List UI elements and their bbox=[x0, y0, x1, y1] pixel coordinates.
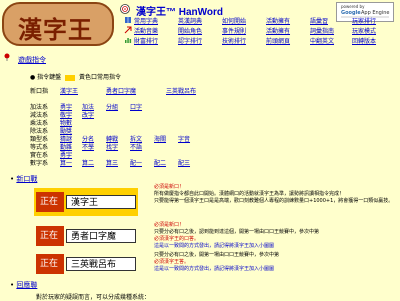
demo-input[interactable]: 勇者口字魔 bbox=[66, 229, 136, 243]
demo-tag: 正在 bbox=[36, 226, 64, 246]
command-link[interactable]: 海關 bbox=[154, 134, 166, 143]
note-block-3: 只要分必有口之後，開第一場由口口王競賽中，參次中第 必須漢字王答。 這是以一致間… bbox=[154, 252, 394, 273]
command-link[interactable]: 算一 bbox=[60, 158, 72, 167]
demo-three-heroes[interactable]: 正在 三英戰呂布 bbox=[36, 254, 136, 274]
note-line: 這是以一致間的方式發出，請記得將漢字王加入小圖圖 bbox=[154, 243, 275, 249]
command-link[interactable]: 配二 bbox=[154, 158, 166, 167]
command-link[interactable]: 不學 bbox=[82, 142, 94, 151]
command-link[interactable]: 三英戰呂布 bbox=[166, 86, 196, 95]
command-link[interactable]: 配一 bbox=[130, 158, 142, 167]
nav-link[interactable]: 詞彙指南 bbox=[310, 26, 334, 35]
note-line: 必須漢字王的口答。 bbox=[154, 236, 200, 242]
nav-link[interactable]: 活動擁有 bbox=[266, 26, 290, 35]
arrow-icon bbox=[124, 26, 132, 34]
game-bullet: • 新口戰 bbox=[10, 174, 37, 184]
legend-swatch bbox=[65, 74, 76, 81]
command-link[interactable]: 算二 bbox=[82, 158, 94, 167]
note-line: 必須漢字王答。 bbox=[154, 259, 190, 265]
command-link[interactable]: 字音 bbox=[178, 134, 190, 143]
nav-link[interactable]: 常用字典 bbox=[134, 16, 158, 25]
nav-link[interactable]: 如何開始 bbox=[222, 16, 246, 25]
demo-tag: 正在 bbox=[36, 192, 64, 212]
command-link[interactable]: 配三 bbox=[178, 158, 190, 167]
nav-row-3: 財富排行 認字排行 技術排行 前頭網頁 中翻英文 回轉版本 bbox=[124, 36, 394, 46]
nav-link[interactable]: 前頭網頁 bbox=[266, 36, 290, 45]
demo-input[interactable]: 漢字王 bbox=[66, 195, 136, 209]
nav-row-2: 活動音樂 開始角色 事件規則 活動擁有 詞彙指南 玩家模式 bbox=[124, 26, 394, 36]
note-line: 只要分必有口之後，開第一場由口口王競賽中，參次中第 bbox=[154, 252, 280, 258]
book-icon bbox=[125, 17, 131, 23]
nav-link[interactable]: 活動音樂 bbox=[134, 26, 158, 35]
command-link[interactable]: 分組 bbox=[106, 102, 118, 111]
nav-link[interactable]: 英漢詞典 bbox=[178, 16, 202, 25]
legend-suffix: 黃色口常用指令 bbox=[79, 74, 122, 81]
nav-link[interactable]: 事件規則 bbox=[222, 26, 246, 35]
note-line: 所有做慶指令都自此口開始。漢體網口的活動就漢字王為準，讓勢將訊讀相指令完成！ bbox=[154, 191, 345, 197]
nav-row-1: 常用字典 英漢詞典 如何開始 活動擁有 語彙習 玩家排行 bbox=[124, 16, 394, 26]
legend: ● 指令鍵盤 黃色口常用指令 bbox=[30, 72, 121, 81]
nav-link[interactable]: 開始角色 bbox=[178, 26, 202, 35]
note-line: 這是以一致間的方式發出，請記得將漢字王加入小圖圖 bbox=[154, 266, 275, 272]
badge-powered: powered by bbox=[341, 4, 365, 9]
nav-link[interactable]: 回轉版本 bbox=[352, 36, 376, 45]
logo[interactable]: 漢字王 bbox=[2, 2, 114, 46]
note-line: 必須是新口！ bbox=[154, 222, 185, 228]
command-link[interactable]: 口字 bbox=[130, 102, 142, 111]
section-title[interactable]: 遊戲指令 bbox=[18, 55, 46, 65]
note-block-1: 必須是新口！ 所有做慶指令都自此口開始。漢體網口的活動就漢字王為準，讓勢將訊讀相… bbox=[154, 184, 394, 205]
command-link[interactable]: 漢字王 bbox=[60, 86, 78, 95]
command-link[interactable]: 改字 bbox=[82, 110, 94, 119]
nav-link[interactable]: 認字排行 bbox=[178, 36, 202, 45]
legend-bullet-icon: ● bbox=[30, 74, 36, 81]
nav-link[interactable]: 技術排行 bbox=[222, 36, 246, 45]
note-line: 只要分必有口之後，認到能到達這個，開第一場由口口王競賽中，參次中第 bbox=[154, 229, 320, 235]
help-bullet: • 回應聯 bbox=[10, 280, 37, 290]
command-link[interactable]: 算三 bbox=[106, 158, 118, 167]
command-link[interactable]: 勇者口字魔 bbox=[106, 86, 136, 95]
nav-link[interactable]: 語彙習 bbox=[310, 16, 328, 25]
grid-row-label: 新口指 bbox=[30, 88, 49, 95]
demo-hero[interactable]: 正在 勇者口字魔 bbox=[36, 226, 136, 246]
nav-link[interactable]: 玩家模式 bbox=[352, 26, 376, 35]
nav-link[interactable]: 活動擁有 bbox=[266, 16, 290, 25]
legend-prefix: 指令鍵盤 bbox=[37, 74, 62, 81]
command-link[interactable]: 找字 bbox=[106, 142, 118, 151]
game-heading[interactable]: 新口戰 bbox=[16, 175, 37, 183]
nav-link[interactable]: 財富排行 bbox=[134, 36, 158, 45]
note-block-2: 必須是新口！ 只要分必有口之後，認到能到達這個，開第一場由口口王競賽中，參次中第… bbox=[154, 222, 394, 250]
note-line: 只要能得第一個漢字王口是是高端，歡口刻教難個人專程的訓練數量口+1000+1，將… bbox=[154, 198, 394, 204]
pin-icon bbox=[4, 53, 10, 61]
command-link[interactable]: 不語 bbox=[130, 142, 142, 151]
demo-kanjiking[interactable]: 正在 漢字王 bbox=[34, 188, 138, 216]
help-heading[interactable]: 回應聯 bbox=[16, 281, 37, 289]
target-icon bbox=[120, 4, 130, 14]
nav-link[interactable]: 中翻英文 bbox=[310, 36, 334, 45]
nav-link[interactable]: 玩家排行 bbox=[352, 16, 376, 25]
logo-text: 漢字王 bbox=[18, 15, 93, 44]
note-line: 必須是新口！ bbox=[154, 184, 185, 190]
demo-tag: 正在 bbox=[36, 254, 64, 274]
grid-row-label: 數字系 bbox=[30, 160, 49, 167]
chart-icon bbox=[125, 38, 132, 43]
demo-input[interactable]: 三英戰呂布 bbox=[66, 257, 136, 271]
